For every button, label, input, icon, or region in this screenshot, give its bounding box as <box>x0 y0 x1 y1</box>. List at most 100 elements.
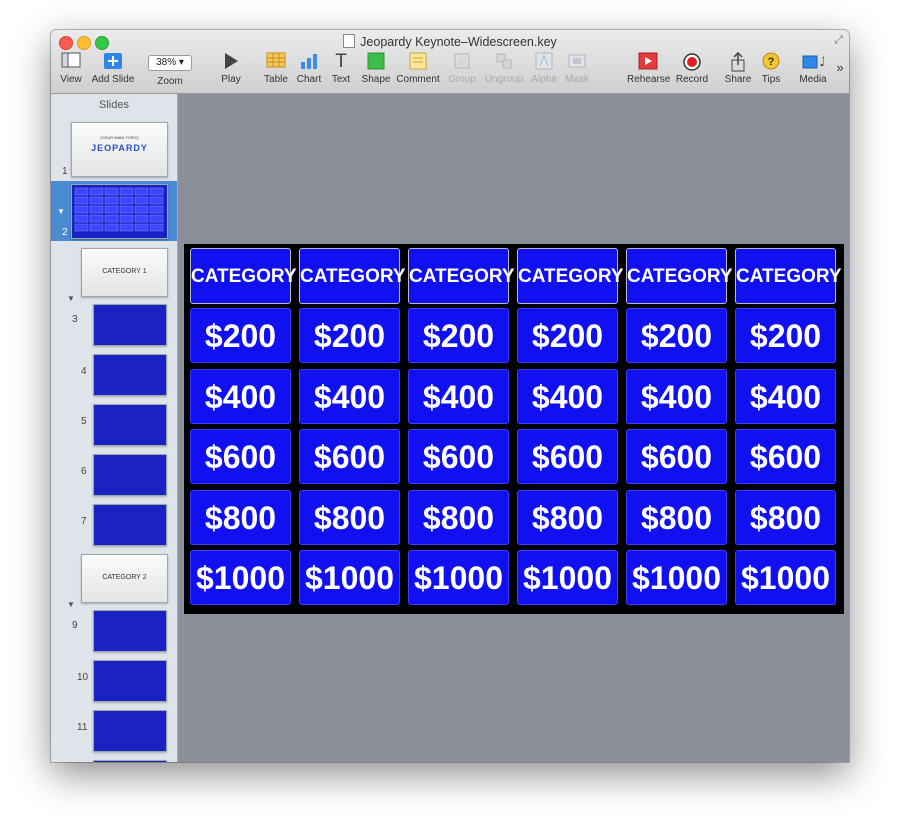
value-cell[interactable]: $200 <box>517 308 618 363</box>
slide-thumbnail-12[interactable] <box>93 710 167 752</box>
slide-navigator: Slides 1 [YOUR MAIN TOPIC] JEOPARDY ▼ 2 … <box>51 94 178 762</box>
disclosure-triangle-icon[interactable]: ▼ <box>67 294 75 303</box>
value-cell[interactable]: $800 <box>408 490 509 545</box>
keynote-window: Jeopardy Keynote–Widescreen.key ⤢ View A… <box>51 30 849 762</box>
value-cell[interactable]: $200 <box>626 308 727 363</box>
value-cell[interactable]: $600 <box>626 429 727 484</box>
value-cell[interactable]: $600 <box>735 429 836 484</box>
value-cell[interactable]: $400 <box>408 369 509 424</box>
fullscreen-icon[interactable]: ⤢ <box>834 34 843 47</box>
value-cell[interactable]: $1000 <box>190 550 291 605</box>
record-icon <box>675 52 709 72</box>
window-title: Jeopardy Keynote–Widescreen.key <box>51 34 849 49</box>
rehearse-icon <box>627 52 669 72</box>
value-cell[interactable]: $800 <box>517 490 618 545</box>
media-button[interactable]: ♫ Media <box>797 52 829 85</box>
more-tools-chevron-icon[interactable]: » <box>833 60 847 75</box>
slide-thumbnail-7[interactable] <box>93 454 167 496</box>
slide-thumbnail-10[interactable] <box>93 610 167 652</box>
value-cell[interactable]: $800 <box>626 490 727 545</box>
ungroup-icon <box>484 52 524 72</box>
share-icon <box>724 51 752 72</box>
value-cell[interactable]: $400 <box>299 369 400 424</box>
value-cell[interactable]: $200 <box>190 308 291 363</box>
category-header[interactable]: CATEGORY 6 <box>735 248 842 343</box>
value-cell[interactable]: $600 <box>517 429 618 484</box>
mask-button[interactable]: Mask <box>563 52 591 85</box>
value-cell[interactable]: $1000 <box>408 550 509 605</box>
slide-thumbnail-1[interactable]: [YOUR MAIN TOPIC] JEOPARDY <box>71 122 168 177</box>
slide-thumbnail-13[interactable] <box>93 760 167 762</box>
slide-thumbnail-8[interactable] <box>93 504 167 546</box>
value-cell[interactable]: $600 <box>190 429 291 484</box>
add-slide-icon <box>91 52 135 72</box>
jeopardy-board-slide[interactable]: CATEGORY 1CATEGORY 2CATEGORY 3CATEGORY 4… <box>184 244 844 614</box>
board-preview <box>74 187 164 232</box>
text-icon: T <box>335 51 347 72</box>
shape-icon <box>360 52 392 72</box>
group-button[interactable]: Group <box>447 52 477 85</box>
slide-thumbnail-11[interactable] <box>93 660 167 702</box>
ungroup-button[interactable]: Ungroup <box>484 52 524 85</box>
slide-thumbnail-4[interactable] <box>93 304 167 346</box>
value-cell[interactable]: $1000 <box>626 550 727 605</box>
category-header[interactable]: CATEGORY 4 <box>517 248 624 343</box>
share-button[interactable]: Share <box>724 51 752 85</box>
slide-thumbnail-6[interactable] <box>93 404 167 446</box>
record-button[interactable]: Record <box>675 52 709 85</box>
tips-button[interactable]: ? Tips <box>758 52 784 85</box>
mask-icon <box>563 52 591 72</box>
value-cell[interactable]: $1000 <box>299 550 400 605</box>
group-icon <box>447 52 477 72</box>
value-cell[interactable]: $400 <box>517 369 618 424</box>
disclosure-triangle-icon[interactable]: ▼ <box>57 207 65 216</box>
view-icon <box>57 52 85 72</box>
rehearse-button[interactable]: Rehearse <box>627 52 670 85</box>
category-header[interactable]: CATEGORY 2 <box>299 248 406 343</box>
toolbar: Jeopardy Keynote–Widescreen.key ⤢ View A… <box>51 30 849 94</box>
value-cell[interactable]: $600 <box>299 429 400 484</box>
value-cell[interactable]: $200 <box>299 308 400 363</box>
slide-thumbnail-3[interactable]: CATEGORY 1 <box>81 248 168 297</box>
category-header[interactable]: CATEGORY 3 <box>408 248 515 343</box>
play-button[interactable]: Play <box>218 52 244 85</box>
chart-button[interactable]: Chart <box>295 52 323 85</box>
comment-icon <box>396 52 440 72</box>
value-cell[interactable]: $1000 <box>735 550 836 605</box>
document-icon <box>343 34 356 48</box>
svg-text:?: ? <box>768 56 775 68</box>
zoom-select[interactable]: 38% ▾ <box>148 55 192 71</box>
sidebar-title: Slides <box>99 99 129 111</box>
slide-thumbnail-5[interactable] <box>93 354 167 396</box>
value-cell[interactable]: $800 <box>190 490 291 545</box>
media-icon: ♫ <box>797 52 830 72</box>
add-slide-button[interactable]: Add Slide <box>91 52 135 85</box>
view-button[interactable]: View <box>57 52 85 85</box>
chart-icon <box>295 52 323 72</box>
zoom-control[interactable]: 38% ▾ Zoom <box>144 52 196 87</box>
play-icon <box>218 52 244 72</box>
slide-canvas-area: CATEGORY 1CATEGORY 2CATEGORY 3CATEGORY 4… <box>178 94 849 762</box>
comment-button[interactable]: Comment <box>396 52 440 85</box>
value-cell[interactable]: $400 <box>190 369 291 424</box>
value-cell[interactable]: $400 <box>735 369 836 424</box>
value-cell[interactable]: $400 <box>626 369 727 424</box>
value-cell[interactable]: $1000 <box>517 550 618 605</box>
category-header[interactable]: CATEGORY 1 <box>190 248 297 343</box>
svg-text:♫: ♫ <box>818 55 824 70</box>
value-cell[interactable]: $800 <box>735 490 836 545</box>
help-icon: ? <box>758 52 784 72</box>
value-cell[interactable]: $200 <box>735 308 836 363</box>
value-cell[interactable]: $600 <box>408 429 509 484</box>
slide-thumbnail-9[interactable]: CATEGORY 2 <box>81 554 168 603</box>
disclosure-triangle-icon[interactable]: ▼ <box>67 600 75 609</box>
shape-button[interactable]: Shape <box>360 52 392 85</box>
value-cell[interactable]: $800 <box>299 490 400 545</box>
alpha-button[interactable]: Alpha <box>530 52 558 85</box>
category-header[interactable]: CATEGORY 5 <box>626 248 733 343</box>
value-cell[interactable]: $200 <box>408 308 509 363</box>
table-button[interactable]: Table <box>262 52 290 85</box>
text-button[interactable]: T Text <box>329 51 353 86</box>
slide-thumbnail-2[interactable] <box>71 184 168 239</box>
table-icon <box>262 52 290 72</box>
